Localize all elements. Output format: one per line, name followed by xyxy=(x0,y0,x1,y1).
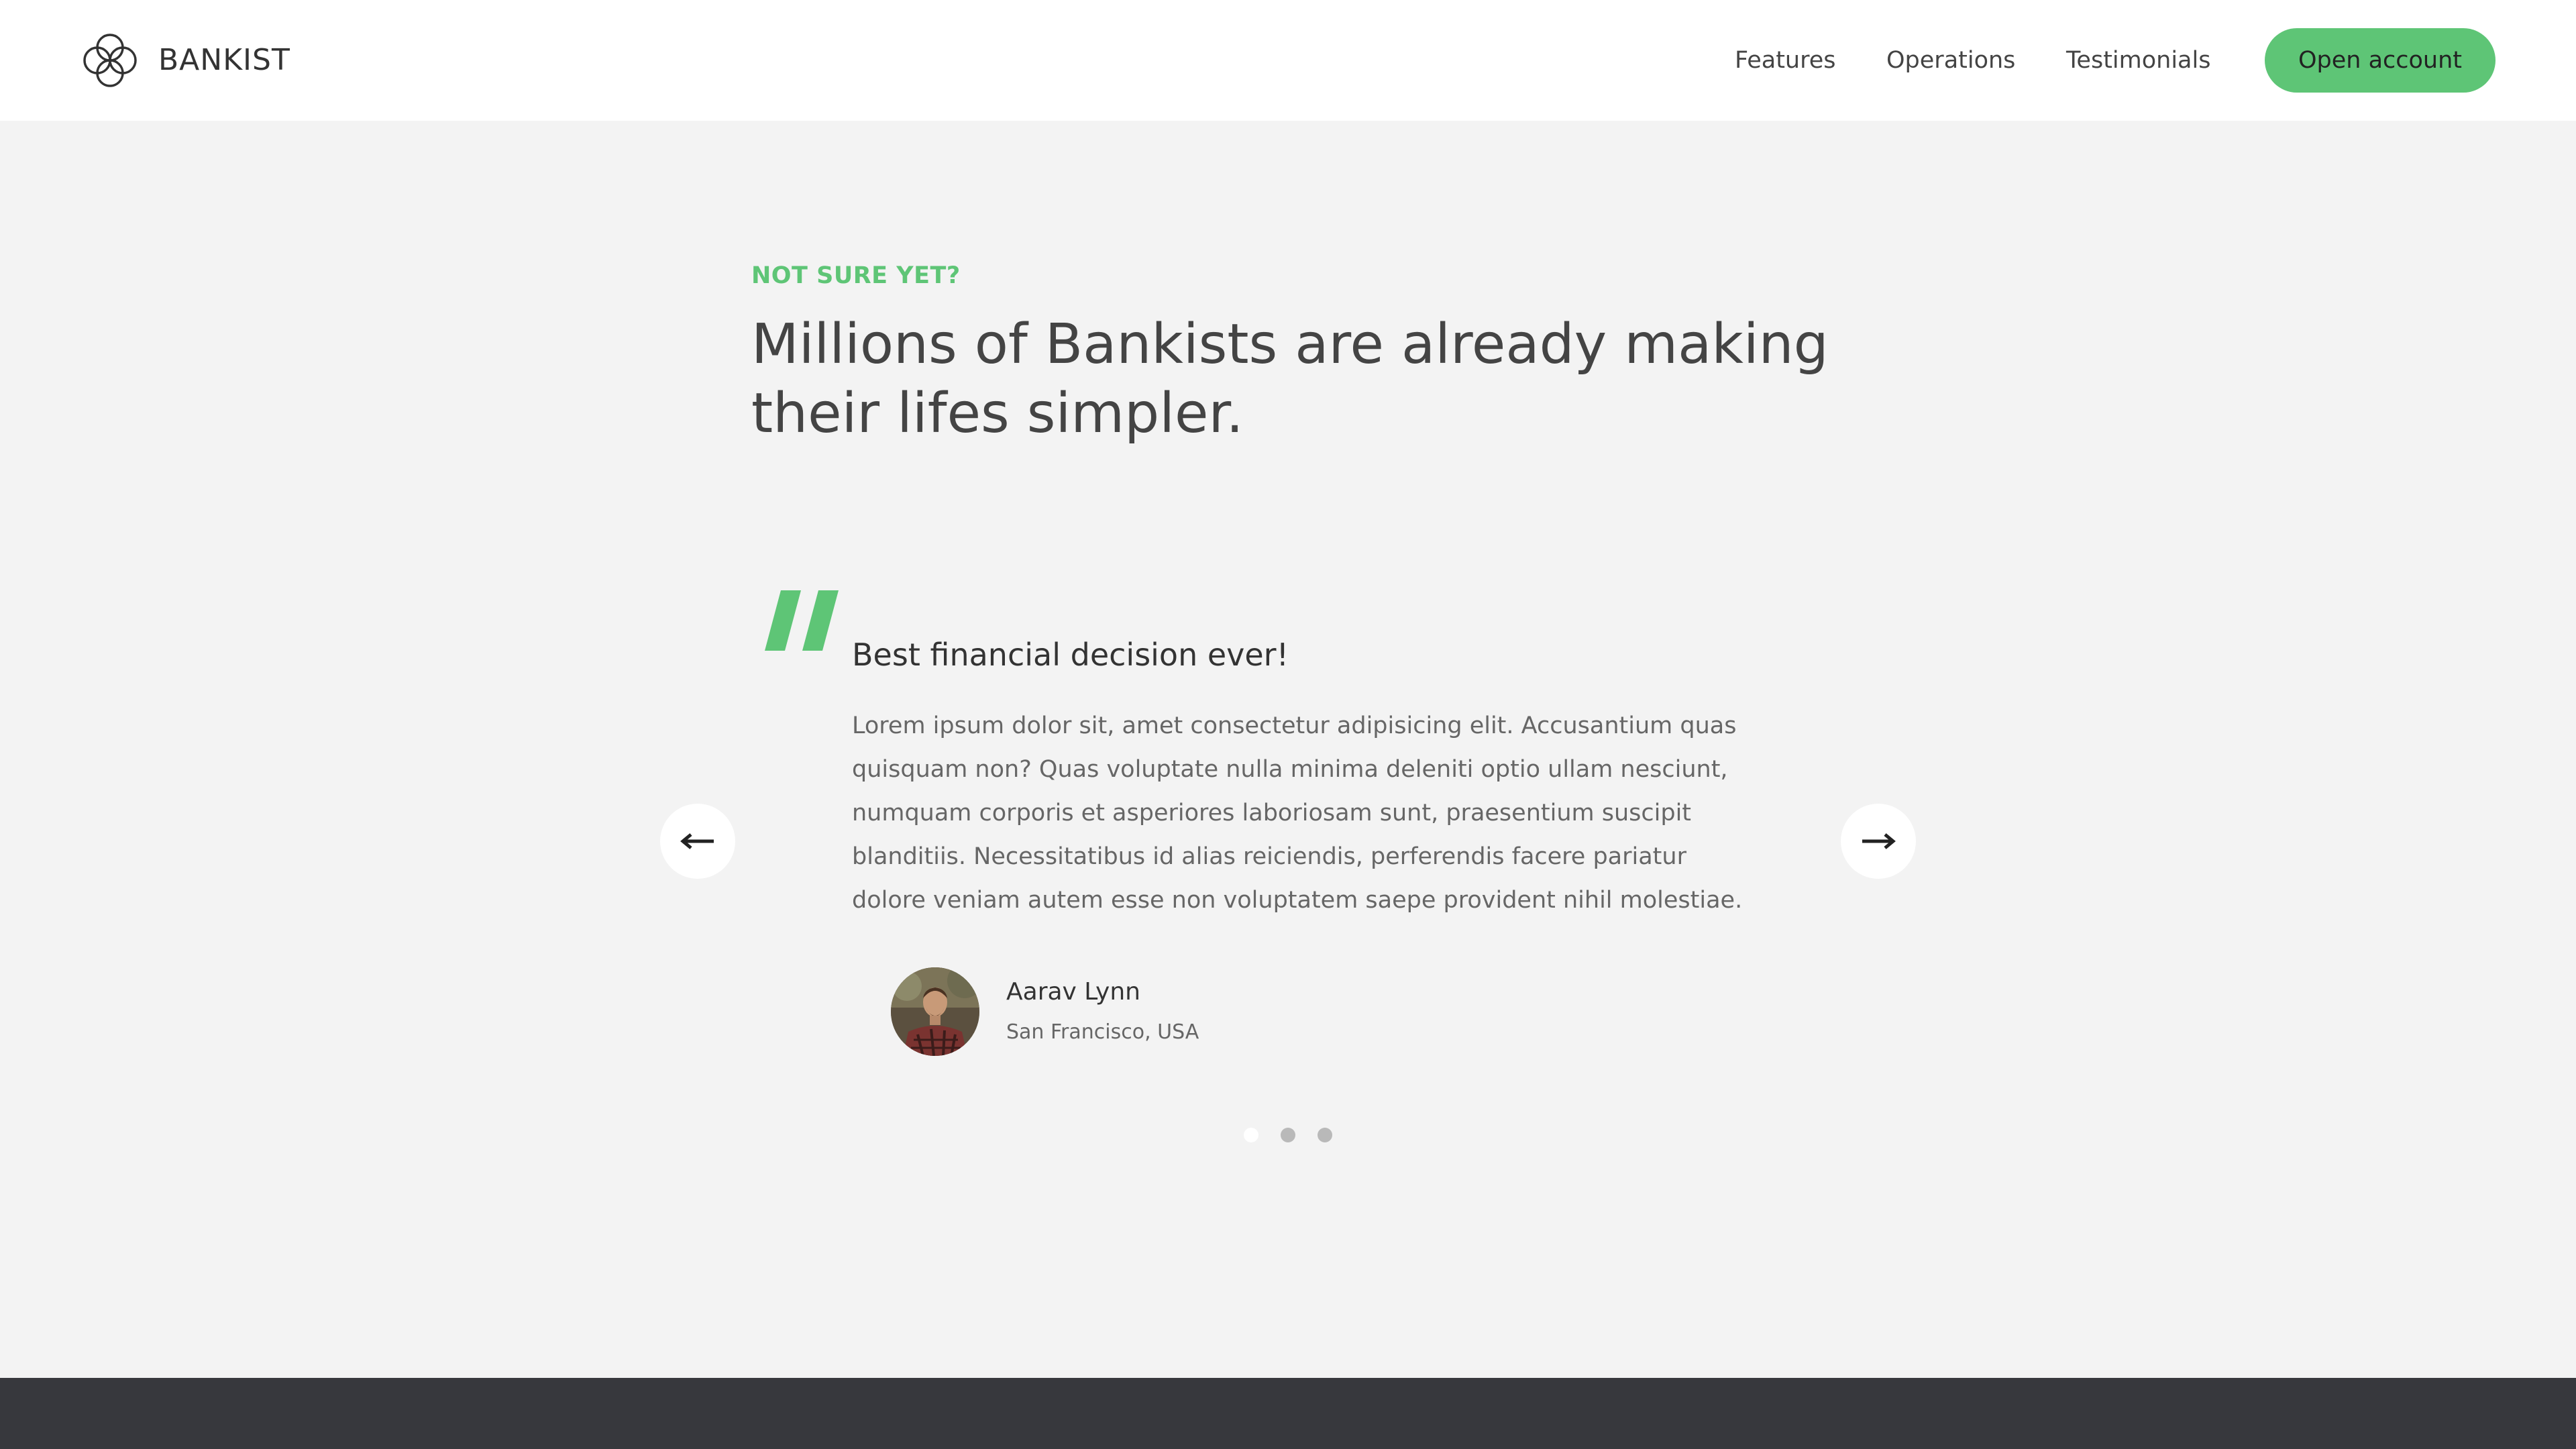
top-navigation: BANKIST Features Operations Testimonials… xyxy=(0,0,2576,121)
author-photo xyxy=(891,967,979,1056)
footer xyxy=(0,1378,2576,1449)
slider-dot-3[interactable] xyxy=(1318,1128,1332,1142)
arrow-left-icon xyxy=(680,833,714,849)
slider-next-button[interactable] xyxy=(1841,804,1916,879)
brand-name[interactable]: BANKIST xyxy=(158,40,290,80)
author-name: Aarav Lynn xyxy=(1006,978,1140,1006)
author-avatar xyxy=(891,967,979,1056)
bankist-logo-icon[interactable] xyxy=(79,30,141,91)
nav-link-testimonials[interactable]: Testimonials xyxy=(2066,43,2210,78)
slider-dot-1[interactable] xyxy=(1244,1128,1258,1142)
testimonial-text: Lorem ipsum dolor sit, amet consectetur … xyxy=(852,712,1743,914)
author-location: San Francisco, USA xyxy=(1006,1020,1199,1044)
open-account-button[interactable]: Open account xyxy=(2265,28,2496,93)
testimonial-title: Best financial decision ever! xyxy=(852,637,1289,673)
slider-dot-2[interactable] xyxy=(1281,1128,1295,1142)
section-heading: Millions of Bankists are already making … xyxy=(751,313,1829,445)
quote-mark-icon xyxy=(765,590,839,651)
nav-link-operations[interactable]: Operations xyxy=(1886,43,2015,78)
section-label: NOT SURE YET? xyxy=(751,262,961,289)
arrow-right-icon xyxy=(1862,833,1896,849)
slider-prev-button[interactable] xyxy=(660,804,735,879)
nav-link-features[interactable]: Features xyxy=(1735,43,1836,78)
